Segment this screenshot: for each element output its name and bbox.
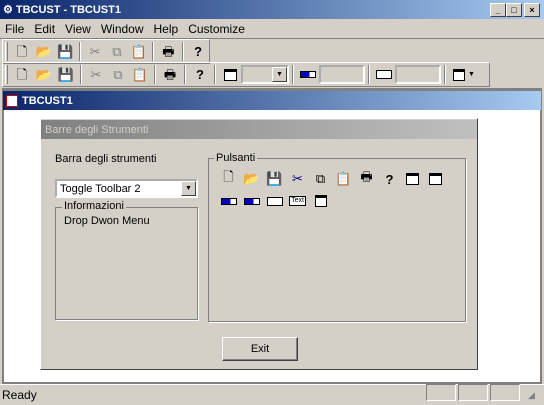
frame-icon[interactable] <box>424 168 447 190</box>
status-text: Ready <box>2 388 37 402</box>
help-icon[interactable]: ? <box>189 65 211 85</box>
menu-file[interactable]: File <box>0 22 29 36</box>
toolbar-separator <box>444 65 446 84</box>
child-title-bar: TBCUST1 <box>3 91 541 110</box>
open-icon[interactable]: 📂 <box>240 168 263 190</box>
toolbar-2: 🗋 📂 💾 ✂ ⧉ 📋 🖶 ? ▼ ▼ <box>2 62 490 87</box>
app-icon: ⚙ <box>3 4 13 16</box>
save-icon[interactable]: 💾 <box>263 168 286 190</box>
status-pane <box>490 384 520 401</box>
new-icon[interactable]: 🗋 <box>11 65 33 85</box>
frame-icon[interactable] <box>219 65 241 85</box>
menu-customize[interactable]: Customize <box>183 22 250 36</box>
print-icon[interactable]: 🖶 <box>157 42 179 62</box>
dialog-title: Barre degli Strumenti <box>41 120 477 139</box>
copy-icon[interactable]: ⧉ <box>309 168 332 190</box>
rect-icon[interactable] <box>373 65 395 85</box>
dropdown-menu-icon[interactable] <box>309 190 332 212</box>
app-title-bar: ⚙ TBCUST - TBCUST1 _ □ × <box>0 0 544 19</box>
print-icon[interactable]: 🖶 <box>355 168 378 190</box>
help-icon[interactable]: ? <box>187 42 209 62</box>
toolbar-edit[interactable] <box>395 65 441 84</box>
maximize-button[interactable]: □ <box>506 3 522 17</box>
frame-icon[interactable] <box>401 168 424 190</box>
chevron-down-icon[interactable]: ▼ <box>272 67 287 82</box>
paste-icon[interactable]: 📋 <box>128 42 150 62</box>
save-icon[interactable]: 💾 <box>54 42 76 62</box>
toolbar-separator <box>182 42 185 61</box>
toolbar-edit[interactable] <box>319 65 365 84</box>
chevron-down-icon[interactable]: ▼ <box>181 181 196 196</box>
print-icon[interactable]: 🖶 <box>159 65 181 85</box>
toolbar-separator <box>214 65 216 84</box>
toolbar-1: 🗋 📂 💾 ✂ ⧉ 📋 🖶 ? <box>2 39 210 64</box>
copy-icon[interactable]: ⧉ <box>106 42 128 62</box>
minimize-button[interactable]: _ <box>490 3 506 17</box>
cut-icon[interactable]: ✂ <box>85 65 107 85</box>
toolbar-grip[interactable] <box>5 42 8 61</box>
dropdown-menu-icon[interactable]: ▼ <box>449 65 479 85</box>
window-title: TBCUST - TBCUST1 <box>15 3 121 16</box>
progress-icon[interactable] <box>297 65 319 85</box>
cut-icon[interactable]: ✂ <box>286 168 309 190</box>
new-icon[interactable]: 🗋 <box>11 42 33 62</box>
toolbar-separator <box>184 65 186 84</box>
toolbar-select-value: Toggle Toolbar 2 <box>60 182 141 195</box>
menu-edit[interactable]: Edit <box>29 22 60 36</box>
toolbar-combo[interactable]: ▼ <box>241 65 289 84</box>
help-icon[interactable]: ? <box>378 168 401 190</box>
cut-icon[interactable]: ✂ <box>84 42 106 62</box>
toolbar-separator <box>152 42 155 61</box>
progress-icon[interactable] <box>217 190 240 212</box>
progress-icon[interactable] <box>240 190 263 212</box>
copy-icon[interactable]: ⧉ <box>107 65 129 85</box>
toolbar-select[interactable]: Toggle Toolbar 2 ▼ <box>55 179 198 198</box>
resize-grip-icon[interactable]: ◢ <box>528 390 535 401</box>
toolbar-grip[interactable] <box>5 65 8 84</box>
paste-icon[interactable]: 📋 <box>332 168 355 190</box>
new-icon[interactable]: 🗋 <box>217 168 240 190</box>
close-button[interactable]: × <box>524 3 540 17</box>
toolbar-separator <box>292 65 294 84</box>
child-title: TBCUST1 <box>22 94 73 107</box>
document-icon <box>6 94 18 107</box>
toolbar-separator <box>80 65 82 84</box>
toolbar-separator <box>154 65 156 84</box>
text-icon[interactable]: Text <box>286 190 309 212</box>
info-group-label: Informazioni <box>62 200 126 212</box>
menu-window[interactable]: Window <box>96 22 149 36</box>
status-pane <box>426 384 456 401</box>
status-pane <box>458 384 488 401</box>
toolbar-separator <box>368 65 370 84</box>
info-text: Drop Dwon Menu <box>64 215 150 227</box>
menu-bar: File Edit View Window Help Customize <box>0 19 544 39</box>
paste-icon[interactable]: 📋 <box>129 65 151 85</box>
save-icon[interactable]: 💾 <box>55 65 77 85</box>
exit-button[interactable]: Exit <box>222 337 298 361</box>
toolbar-separator <box>79 42 82 61</box>
open-icon[interactable]: 📂 <box>33 65 55 85</box>
open-icon[interactable]: 📂 <box>33 42 55 62</box>
menu-view[interactable]: View <box>60 22 96 36</box>
buttons-group-label: Pulsanti <box>214 152 258 164</box>
menu-help[interactable]: Help <box>149 22 184 36</box>
toolbar-select-label: Barra degli strumenti <box>55 153 157 165</box>
rect-icon[interactable] <box>263 190 286 212</box>
